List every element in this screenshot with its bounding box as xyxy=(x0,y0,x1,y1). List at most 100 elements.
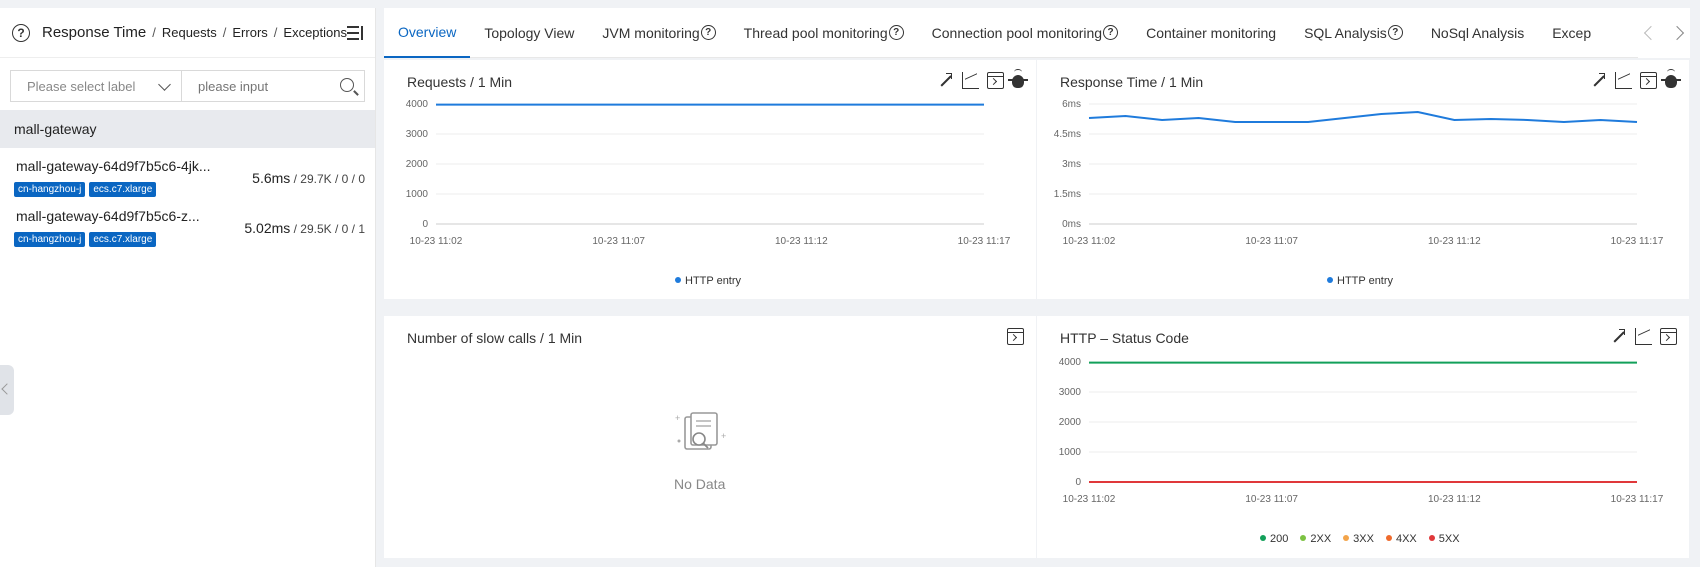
legend-item[interactable]: 2XX xyxy=(1300,533,1331,545)
sort-exceptions[interactable]: Exceptions xyxy=(283,25,347,40)
response-time-chart-panel: Response Time / 1 Min 0ms 1.5ms 3ms 4.5ms 6m… xyxy=(1037,60,1689,299)
tab-bar: Overview Topology View JVM monitoring? T… xyxy=(384,8,1690,58)
divider: / xyxy=(273,25,278,40)
chevron-down-icon xyxy=(158,78,171,91)
terminal-icon[interactable] xyxy=(1640,72,1657,89)
help-icon[interactable]: ? xyxy=(12,23,30,42)
legend-dot xyxy=(1385,535,1392,541)
search-input[interactable] xyxy=(198,78,348,94)
help-icon[interactable]: ? xyxy=(700,25,716,40)
tab-nosql-analysis[interactable]: NoSql Analysis xyxy=(1417,8,1538,58)
y-tick-label: 2000 xyxy=(1059,417,1082,428)
collapse-panel-handle[interactable] xyxy=(0,365,14,415)
panel-toolbar xyxy=(1007,328,1024,345)
legend-dot xyxy=(675,277,681,283)
y-tick-label: 3000 xyxy=(406,129,429,140)
tab-label: Thread pool monitoring xyxy=(743,24,888,41)
sort-requests[interactable]: Requests xyxy=(162,25,217,40)
tab-container-monitoring[interactable]: Container monitoring xyxy=(1132,8,1290,58)
zone-tag: cn-hangzhou-j xyxy=(14,182,86,197)
terminal-icon[interactable] xyxy=(1660,328,1677,345)
x-tick-label: 10-23 11:12 xyxy=(1428,236,1481,247)
search-icon[interactable] xyxy=(340,78,354,92)
chart-legend: HTTP entry xyxy=(675,275,741,287)
alert-bug-icon[interactable] xyxy=(1661,69,1681,88)
instance-item[interactable]: mall-gateway-64d9f7b5c6-z... 5.02ms / 29… xyxy=(0,208,375,268)
legend-item[interactable]: HTTP entry xyxy=(675,275,741,287)
tab-sql-analysis[interactable]: SQL Analysis? xyxy=(1290,8,1417,58)
tab-label: Overview xyxy=(398,23,457,40)
line-chart-icon[interactable] xyxy=(1615,72,1632,89)
tab-topology-view[interactable]: Topology View xyxy=(470,8,588,58)
legend-item[interactable]: 200 xyxy=(1260,533,1288,545)
label-select[interactable]: Please select label xyxy=(11,71,182,101)
legend-dot xyxy=(1260,535,1266,541)
y-tick-label: 0 xyxy=(422,219,428,230)
x-tick-label: 10-23 11:02 xyxy=(410,236,463,247)
legend-label: 200 xyxy=(1270,533,1289,545)
no-data-text: No Data xyxy=(674,476,726,492)
filter-bar: Please select label xyxy=(10,70,365,102)
panel-toolbar xyxy=(937,69,1028,89)
expand-icon[interactable] xyxy=(1610,328,1627,345)
terminal-icon[interactable] xyxy=(1007,328,1024,345)
y-tick-label: 1.5ms xyxy=(1054,189,1081,200)
search-field xyxy=(182,71,364,101)
instance-type-tag: ecs.c7.xlarge xyxy=(89,182,157,197)
panel-toolbar xyxy=(1610,328,1677,345)
instance-panel-header: ? Response Time / Requests / Errors / Ex… xyxy=(0,8,375,58)
sort-errors[interactable]: Errors xyxy=(232,25,267,40)
divider: / xyxy=(152,25,156,40)
svg-text:+: + xyxy=(721,431,726,441)
tab-label: Connection pool monitoring xyxy=(931,24,1103,41)
tab-connection-pool-monitoring[interactable]: Connection pool monitoring? xyxy=(918,8,1132,58)
sort-order-icon[interactable] xyxy=(347,25,363,40)
legend-label: 5XX xyxy=(1438,533,1460,545)
group-header[interactable]: mall-gateway xyxy=(0,110,375,148)
y-tick-label: 2000 xyxy=(406,159,429,170)
instance-item[interactable]: mall-gateway-64d9f7b5c6-4jk... 5.6ms / 2… xyxy=(0,148,375,208)
expand-icon[interactable] xyxy=(1590,72,1607,89)
status-code-chart-panel: HTTP – Status Code 0 1000 2000 3000 4000 10-2… xyxy=(1037,316,1689,558)
tab-label: JVM monitoring xyxy=(602,24,700,41)
y-tick-label: 0ms xyxy=(1062,219,1081,230)
chart-legend: 200 2XX 3XX 4XX 5XX xyxy=(1260,533,1460,545)
x-tick-label: 10-23 11:07 xyxy=(1245,494,1298,505)
y-tick-label: 1000 xyxy=(1059,447,1082,458)
legend-item[interactable]: HTTP entry xyxy=(1327,275,1393,287)
line-chart-icon[interactable] xyxy=(1635,328,1652,345)
panel-title: Number of slow calls / 1 Min xyxy=(407,330,583,346)
tab-jvm-monitoring[interactable]: JVM monitoring? xyxy=(588,8,729,58)
legend-item[interactable]: 3XX xyxy=(1343,533,1374,545)
legend-item[interactable]: 5XX xyxy=(1428,533,1460,545)
y-tick-label: 3ms xyxy=(1062,159,1081,170)
y-tick-label: 6ms xyxy=(1062,99,1081,110)
line-chart-icon[interactable] xyxy=(962,72,979,89)
sort-response-time[interactable]: Response Time xyxy=(42,24,146,41)
x-tick-label: 10-23 11:07 xyxy=(1245,236,1298,247)
tab-exceptions[interactable]: Excep xyxy=(1538,8,1605,58)
tab-label: Topology View xyxy=(484,24,575,41)
x-tick-label: 10-23 11:17 xyxy=(1611,236,1664,247)
legend-item[interactable]: 4XX xyxy=(1385,533,1417,545)
help-icon[interactable]: ? xyxy=(888,25,904,40)
help-icon[interactable]: ? xyxy=(1387,25,1403,40)
terminal-icon[interactable] xyxy=(987,72,1004,89)
expand-icon[interactable] xyxy=(937,72,954,89)
alert-bug-icon[interactable] xyxy=(1008,69,1028,88)
x-tick-label: 10-23 11:02 xyxy=(1063,494,1116,505)
help-icon[interactable]: ? xyxy=(1103,25,1119,40)
tab-thread-pool-monitoring[interactable]: Thread pool monitoring? xyxy=(730,8,918,58)
y-tick-label: 0 xyxy=(1075,477,1081,488)
chevron-right-icon[interactable] xyxy=(1669,25,1685,41)
tab-overview[interactable]: Overview xyxy=(384,8,471,58)
legend-label: HTTP entry xyxy=(1337,275,1394,287)
panel-title: HTTP – Status Code xyxy=(1060,330,1189,346)
zone-tag: cn-hangzhou-j xyxy=(14,232,86,247)
y-tick-label: 4000 xyxy=(1059,357,1082,368)
legend-dot xyxy=(1428,535,1435,541)
legend-label: HTTP entry xyxy=(685,275,742,287)
chevron-left-icon[interactable] xyxy=(1643,25,1659,41)
legend-label: 2XX xyxy=(1310,533,1332,545)
x-tick-label: 10-23 11:17 xyxy=(1611,494,1664,505)
